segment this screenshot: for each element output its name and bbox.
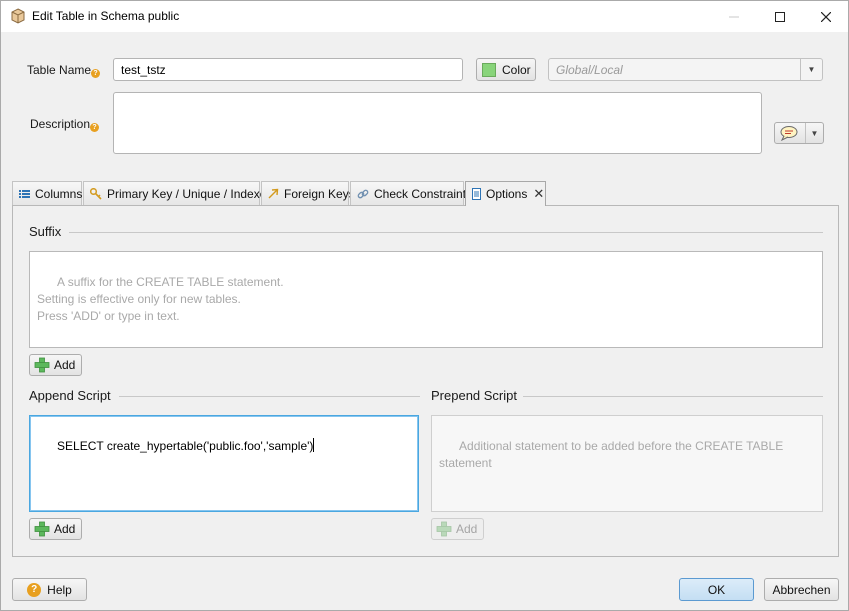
help-button-label: Help xyxy=(47,582,72,597)
ok-button-label: OK xyxy=(707,582,726,597)
close-tab-icon[interactable]: ✕ xyxy=(533,186,544,202)
tab-primary-key[interactable]: Primary Key / Unique / Indexes xyxy=(83,181,272,205)
description-label: Description? xyxy=(30,117,100,132)
help-button[interactable]: ? Help xyxy=(12,578,87,601)
divider xyxy=(69,232,823,233)
table-app-icon xyxy=(10,8,26,24)
tab-check-constraints-label: Check Constraints xyxy=(374,186,473,201)
plus-icon xyxy=(436,521,452,537)
close-icon xyxy=(821,11,831,22)
divider xyxy=(119,396,420,397)
append-add-button[interactable]: Add xyxy=(29,518,83,540)
table-name-label: Table Name? xyxy=(27,63,101,78)
window-title: Edit Table in Schema public xyxy=(32,9,180,23)
append-add-label: Add xyxy=(54,522,76,536)
tab-foreign-keys-label: Foreign Keys xyxy=(284,186,355,201)
chevron-down-icon[interactable]: ▼ xyxy=(800,59,822,80)
options-panel: Suffix A suffix for the CREATE TABLE sta… xyxy=(12,205,839,557)
prepend-placeholder: Additional statement to be added before … xyxy=(439,439,787,470)
title-bar: Edit Table in Schema public xyxy=(1,1,848,32)
description-label-text: Description xyxy=(30,117,91,131)
tab-options-label: Options xyxy=(486,187,528,201)
suffix-add-button[interactable]: Add xyxy=(29,354,83,376)
comment-menu-button[interactable]: ▼ xyxy=(774,122,824,144)
prepend-script-title: Prepend Script xyxy=(431,388,517,403)
description-input[interactable] xyxy=(113,92,762,154)
scope-select-value: Global/Local xyxy=(556,62,623,77)
help-hint-icon: ? xyxy=(90,123,100,132)
tab-options[interactable]: Options ✕ xyxy=(465,181,546,206)
prepend-script-textarea[interactable]: Additional statement to be added before … xyxy=(431,415,823,512)
suffix-placeholder: A suffix for the CREATE TABLE statement.… xyxy=(37,275,284,323)
tab-primary-key-label: Primary Key / Unique / Indexes xyxy=(107,186,273,201)
plus-icon xyxy=(34,521,50,537)
suffix-title: Suffix xyxy=(29,224,62,239)
append-script-title: Append Script xyxy=(29,388,111,403)
divider xyxy=(523,396,823,397)
list-icon xyxy=(19,189,30,199)
link-icon xyxy=(357,188,369,200)
table-name-label-text: Table Name xyxy=(27,63,92,77)
minimize-button[interactable] xyxy=(711,1,757,32)
tab-columns-label: Columns xyxy=(35,186,83,201)
close-button[interactable] xyxy=(803,1,849,32)
cancel-button-label: Abbrechen xyxy=(772,582,831,597)
append-script-textarea[interactable]: SELECT create_hypertable('public.foo','s… xyxy=(29,415,419,512)
arrow-icon xyxy=(268,188,279,199)
help-hint-icon: ? xyxy=(91,69,101,78)
speech-bubble-icon xyxy=(779,125,799,141)
dialog-window: Edit Table in Schema public Table Name ? … xyxy=(0,0,849,611)
cancel-button[interactable]: Abbrechen xyxy=(764,578,839,601)
text-caret xyxy=(313,438,315,452)
plus-icon xyxy=(34,357,50,373)
document-icon xyxy=(472,188,481,200)
append-script-value: SELECT create_hypertable('public.foo','s… xyxy=(57,439,314,453)
color-button[interactable]: Color xyxy=(476,58,536,81)
ok-button[interactable]: OK xyxy=(679,578,754,601)
prepend-add-button[interactable]: Add xyxy=(431,518,485,540)
key-icon xyxy=(90,187,102,200)
help-icon: ? xyxy=(27,582,42,597)
tab-foreign-keys[interactable]: Foreign Keys xyxy=(261,181,355,205)
suffix-add-label: Add xyxy=(54,358,76,372)
color-button-label: Color xyxy=(502,62,531,77)
tab-columns[interactable]: Columns xyxy=(12,181,82,205)
prepend-add-label: Add xyxy=(456,522,478,536)
table-name-value: test_tstz xyxy=(121,62,166,77)
scope-select[interactable]: Global/Local ▼ xyxy=(548,58,823,81)
maximize-button[interactable] xyxy=(757,1,803,32)
color-swatch xyxy=(482,62,496,77)
tab-check-constraints[interactable]: Check Constraints xyxy=(350,181,472,205)
chevron-down-icon: ▼ xyxy=(805,123,823,143)
suffix-textarea[interactable]: A suffix for the CREATE TABLE statement.… xyxy=(29,251,823,348)
table-name-input[interactable]: test_tstz xyxy=(113,58,463,81)
